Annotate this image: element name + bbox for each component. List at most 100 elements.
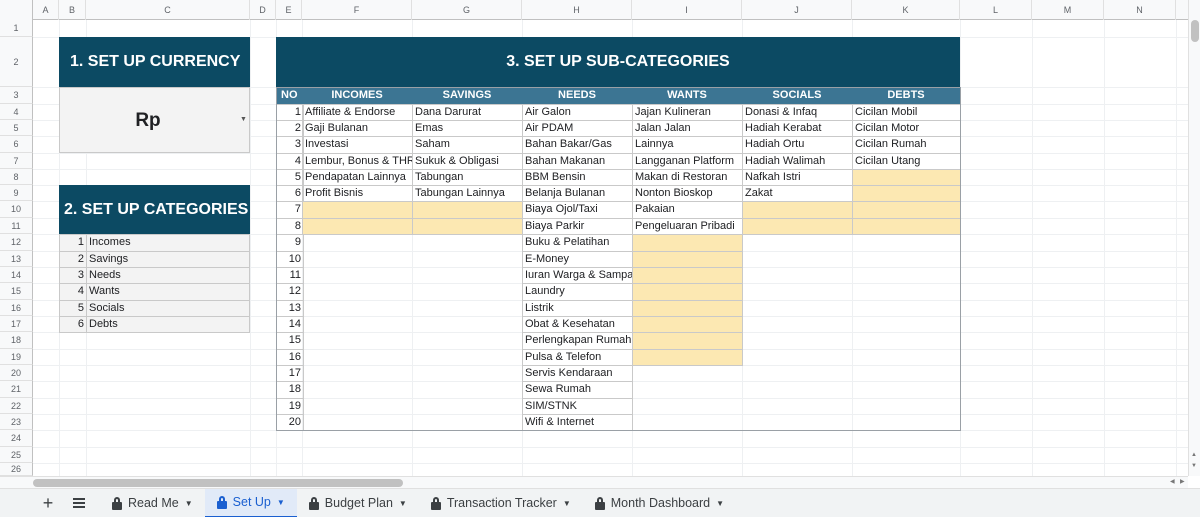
needs-cell[interactable]: Bahan Makanan xyxy=(522,153,633,170)
sheet-tab-set-up[interactable]: Set Up ▼ xyxy=(204,488,297,517)
row-header[interactable]: 26 xyxy=(0,463,33,476)
incomes-cell[interactable]: Gaji Bulanan xyxy=(302,120,413,137)
scroll-left-icon[interactable]: ◀ xyxy=(1170,478,1175,485)
sheet-tab-transaction-tracker[interactable]: Transaction Tracker ▼ xyxy=(419,489,583,517)
needs-cell[interactable]: Sewa Rumah xyxy=(522,381,633,399)
needs-cell[interactable]: Listrik xyxy=(522,300,633,317)
add-sheet-icon[interactable]: + xyxy=(30,493,66,514)
chevron-down-icon[interactable]: ▼ xyxy=(563,499,571,508)
savings-cell-empty[interactable] xyxy=(412,201,523,219)
sheet-tab-budget-plan[interactable]: Budget Plan ▼ xyxy=(297,489,419,517)
horizontal-scroll-thumb[interactable] xyxy=(33,479,403,487)
row-header[interactable]: 17 xyxy=(0,316,33,332)
savings-cell[interactable]: Tabungan xyxy=(412,169,523,186)
wants-cell[interactable]: Makan di Restoran xyxy=(632,169,743,186)
all-sheets-menu-icon[interactable] xyxy=(66,489,92,517)
incomes-cell-empty[interactable] xyxy=(302,201,413,219)
needs-cell[interactable]: Biaya Ojol/Taxi xyxy=(522,201,633,219)
wants-cell[interactable]: Pengeluaran Pribadi xyxy=(632,218,743,235)
column-header[interactable]: C xyxy=(86,0,250,20)
column-header[interactable]: D xyxy=(250,0,276,20)
row-header[interactable]: 2 xyxy=(0,37,33,87)
debts-cell-empty[interactable] xyxy=(852,218,961,235)
chevron-down-icon[interactable]: ▼ xyxy=(716,499,724,508)
row-header[interactable]: 25 xyxy=(0,447,33,463)
sheet-tab-read-me[interactable]: Read Me ▼ xyxy=(100,489,205,517)
row-header[interactable]: 15 xyxy=(0,283,33,300)
needs-cell[interactable]: E-Money xyxy=(522,251,633,268)
wants-cell-empty[interactable] xyxy=(632,251,743,268)
row-header[interactable]: 21 xyxy=(0,381,33,398)
needs-cell[interactable]: Belanja Bulanan xyxy=(522,185,633,202)
column-header[interactable]: H xyxy=(522,0,632,20)
row-header[interactable]: 23 xyxy=(0,414,33,430)
incomes-cell[interactable]: Pendapatan Lainnya xyxy=(302,169,413,186)
needs-cell[interactable]: Servis Kendaraan xyxy=(522,365,633,382)
vertical-scroll-thumb[interactable] xyxy=(1191,20,1199,42)
incomes-cell[interactable]: Affiliate & Endorse xyxy=(302,104,413,121)
column-header[interactable]: B xyxy=(59,0,86,20)
needs-cell[interactable]: Air PDAM xyxy=(522,120,633,137)
row-header[interactable]: 22 xyxy=(0,398,33,414)
socials-cell[interactable]: Hadiah Ortu xyxy=(742,136,853,154)
row-header[interactable]: 3 xyxy=(0,87,33,104)
row-header[interactable]: 24 xyxy=(0,430,33,447)
socials-cell[interactable]: Donasi & Infaq xyxy=(742,104,853,121)
wants-cell[interactable]: Pakaian xyxy=(632,201,743,219)
needs-cell[interactable]: SIM/STNK xyxy=(522,398,633,415)
row-header[interactable]: 6 xyxy=(0,136,33,153)
wants-cell-empty[interactable] xyxy=(632,349,743,366)
row-header[interactable]: 4 xyxy=(0,104,33,120)
needs-cell[interactable]: Bahan Bakar/Gas xyxy=(522,136,633,154)
column-header[interactable]: N xyxy=(1104,0,1176,20)
row-header[interactable]: 11 xyxy=(0,218,33,234)
wants-cell[interactable]: Lainnya xyxy=(632,136,743,154)
debts-cell[interactable]: Cicilan Rumah xyxy=(852,136,961,154)
category-type[interactable]: Wants xyxy=(86,283,250,301)
row-header[interactable]: 10 xyxy=(0,201,33,218)
debts-cell[interactable]: Cicilan Mobil xyxy=(852,104,961,121)
savings-cell-empty[interactable] xyxy=(412,218,523,235)
row-header[interactable]: 16 xyxy=(0,300,33,316)
column-header[interactable]: M xyxy=(1032,0,1104,20)
column-header[interactable]: L xyxy=(960,0,1032,20)
scroll-up-icon[interactable]: ▲ xyxy=(1191,452,1197,458)
wants-cell-empty[interactable] xyxy=(632,234,743,252)
row-header[interactable]: 20 xyxy=(0,365,33,381)
incomes-cell-empty[interactable] xyxy=(302,218,413,235)
needs-cell[interactable]: Biaya Parkir xyxy=(522,218,633,235)
socials-cell[interactable]: Hadiah Walimah xyxy=(742,153,853,170)
wants-cell-empty[interactable] xyxy=(632,300,743,317)
incomes-cell[interactable]: Lembur, Bonus & THR xyxy=(302,153,413,170)
wants-cell[interactable]: Nonton Bioskop xyxy=(632,185,743,202)
column-header[interactable]: I xyxy=(632,0,742,20)
needs-cell[interactable]: Wifi & Internet xyxy=(522,414,633,431)
wants-cell-empty[interactable] xyxy=(632,267,743,284)
debts-cell[interactable]: Cicilan Utang xyxy=(852,153,961,170)
debts-cell[interactable]: Cicilan Motor xyxy=(852,120,961,137)
needs-cell[interactable]: Laundry xyxy=(522,283,633,301)
socials-cell[interactable]: Zakat xyxy=(742,185,853,202)
savings-cell[interactable]: Saham xyxy=(412,136,523,154)
wants-cell[interactable]: Langganan Platform xyxy=(632,153,743,170)
wants-cell-empty[interactable] xyxy=(632,283,743,301)
category-type[interactable]: Socials xyxy=(86,300,250,317)
column-header[interactable]: E xyxy=(276,0,302,20)
needs-cell[interactable]: Air Galon xyxy=(522,104,633,121)
socials-cell-empty[interactable] xyxy=(742,218,853,235)
currency-dropdown[interactable]: Rp ▼ xyxy=(59,87,250,153)
row-header[interactable]: 13 xyxy=(0,251,33,267)
category-type[interactable]: Incomes xyxy=(86,234,250,252)
column-header[interactable]: G xyxy=(412,0,522,20)
needs-cell[interactable]: BBM Bensin xyxy=(522,169,633,186)
row-header[interactable]: 5 xyxy=(0,120,33,136)
socials-cell[interactable]: Hadiah Kerabat xyxy=(742,120,853,137)
select-all-corner[interactable] xyxy=(0,0,33,20)
needs-cell[interactable]: Obat & Kesehatan xyxy=(522,316,633,333)
row-header[interactable]: 12 xyxy=(0,234,33,251)
category-type[interactable]: Needs xyxy=(86,267,250,284)
horizontal-scrollbar[interactable]: ◀ ▶ xyxy=(0,476,1188,488)
column-header[interactable]: F xyxy=(302,0,412,20)
needs-cell[interactable]: Pulsa & Telefon xyxy=(522,349,633,366)
row-header[interactable]: 9 xyxy=(0,185,33,201)
